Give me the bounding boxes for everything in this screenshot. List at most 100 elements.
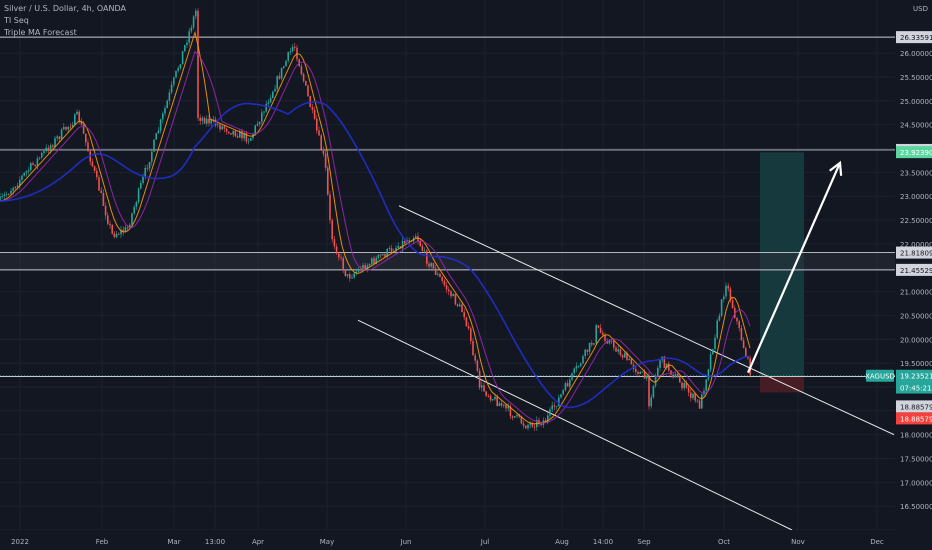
candle-body-35 [76, 111, 78, 115]
candle-body-66 [144, 167, 146, 177]
chart-legend: Silver / U.S. Dollar, 4h, OANDA TI Seq T… [4, 3, 126, 39]
candle-body-256 [562, 390, 564, 395]
candle-body-93 [203, 117, 206, 124]
candle-body-294 [646, 375, 648, 379]
candle-body-12 [25, 171, 28, 173]
time-tick-7: Jul [480, 538, 490, 546]
candle-body-84 [184, 45, 186, 52]
candle-body-283 [621, 355, 624, 358]
price-tick-10: 21.00000 [900, 289, 932, 297]
candle-body-102 [223, 126, 226, 129]
price-tick-13: 22.50000 [900, 217, 932, 225]
symbol-title[interactable]: Silver / U.S. Dollar, 4h, OANDA [4, 3, 126, 15]
candle-body-89 [195, 10, 197, 17]
candle-body-209 [459, 304, 461, 307]
candle-body-28 [60, 129, 63, 140]
candle-body-27 [58, 136, 61, 140]
candle-body-338 [742, 340, 745, 349]
candle-body-186 [408, 240, 410, 242]
candle-body-197 [432, 263, 435, 269]
candle-body-258 [566, 383, 569, 387]
candle-body-233 [511, 416, 514, 418]
candle-body-189 [415, 236, 417, 238]
price-tick-9: 20.50000 [900, 312, 932, 320]
time-scale-background[interactable] [0, 530, 895, 550]
candle-body-286 [628, 358, 630, 360]
candle-body-54 [118, 233, 120, 235]
candle-body-257 [564, 383, 567, 391]
candle-body-201 [441, 277, 443, 281]
candle-body-103 [225, 128, 228, 132]
candle-body-117 [256, 124, 259, 126]
candle-body-271 [595, 325, 597, 344]
candle-body-48 [104, 205, 107, 216]
candle-body-177 [388, 248, 391, 249]
candle-body-295 [648, 375, 650, 407]
candle-body-316 [694, 393, 696, 401]
candle-body-25 [54, 138, 56, 147]
candle-body-298 [654, 375, 657, 386]
candle-body-46 [100, 190, 102, 193]
candle-body-142 [311, 107, 314, 110]
candle-body-39 [85, 133, 87, 143]
candle-body-118 [258, 121, 261, 125]
candle-body-80 [175, 70, 177, 78]
indicator-ti-seq[interactable]: TI Seq [4, 15, 126, 27]
candle-body-252 [553, 405, 556, 407]
candle-body-217 [476, 360, 479, 371]
candle-body-75 [164, 108, 166, 114]
candle-body-274 [602, 332, 604, 336]
candle-body-299 [657, 367, 659, 376]
candle-body-219 [481, 385, 483, 388]
price-tick-8: 20.00000 [900, 336, 932, 344]
candle-body-234 [514, 416, 516, 418]
candle-body-61 [133, 206, 135, 214]
candle-body-95 [208, 118, 210, 124]
candle-body-49 [107, 215, 109, 224]
scale-badge-0: 23.92390 [900, 149, 932, 157]
candle-body-132 [289, 51, 292, 53]
candle-body-192 [421, 245, 424, 251]
candle-body-31 [67, 126, 69, 130]
candle-body-83 [181, 51, 184, 65]
candle-body-53 [115, 233, 118, 238]
candle-body-143 [313, 109, 316, 119]
candle-body-106 [232, 130, 234, 135]
time-tick-3: 13:00 [205, 538, 225, 546]
indicator-triple-ma[interactable]: Triple MA Forecast [4, 27, 126, 39]
candle-body-15 [32, 163, 34, 165]
candle-body-251 [551, 405, 553, 410]
candle-body-243 [533, 426, 536, 428]
candle-body-195 [428, 263, 430, 267]
candle-body-175 [384, 254, 386, 257]
candle-body-150 [329, 194, 331, 221]
candle-body-8 [16, 185, 19, 187]
candle-body-216 [474, 355, 476, 361]
candle-body-71 [155, 133, 157, 140]
price-tick-18: 25.00000 [900, 98, 932, 106]
candle-body-108 [236, 136, 239, 138]
candle-body-319 [701, 394, 703, 409]
candle-body-145 [318, 130, 320, 136]
candle-body-223 [489, 395, 492, 401]
candle-body-91 [199, 117, 201, 121]
candle-body-23 [49, 145, 52, 151]
candle-body-13 [27, 170, 30, 172]
candle-body-213 [467, 326, 470, 329]
candle-body-227 [498, 403, 501, 406]
time-tick-0: 2022 [11, 538, 29, 546]
candle-body-87 [190, 27, 193, 32]
candle-body-280 [615, 347, 617, 352]
candle-body-339 [745, 348, 747, 357]
candle-body-273 [599, 327, 602, 333]
candle-body-220 [483, 385, 485, 392]
candle-body-333 [731, 300, 734, 309]
candle-body-181 [397, 246, 399, 248]
price-chart[interactable]: USD16.5000017.0000017.5000018.0000018.50… [0, 0, 932, 550]
candle-body-172 [377, 254, 380, 258]
candle-body-148 [324, 153, 327, 168]
time-tick-13: Dec [870, 538, 884, 546]
candle-body-324 [712, 349, 714, 355]
candle-body-73 [159, 119, 162, 131]
candle-body-315 [692, 393, 694, 398]
